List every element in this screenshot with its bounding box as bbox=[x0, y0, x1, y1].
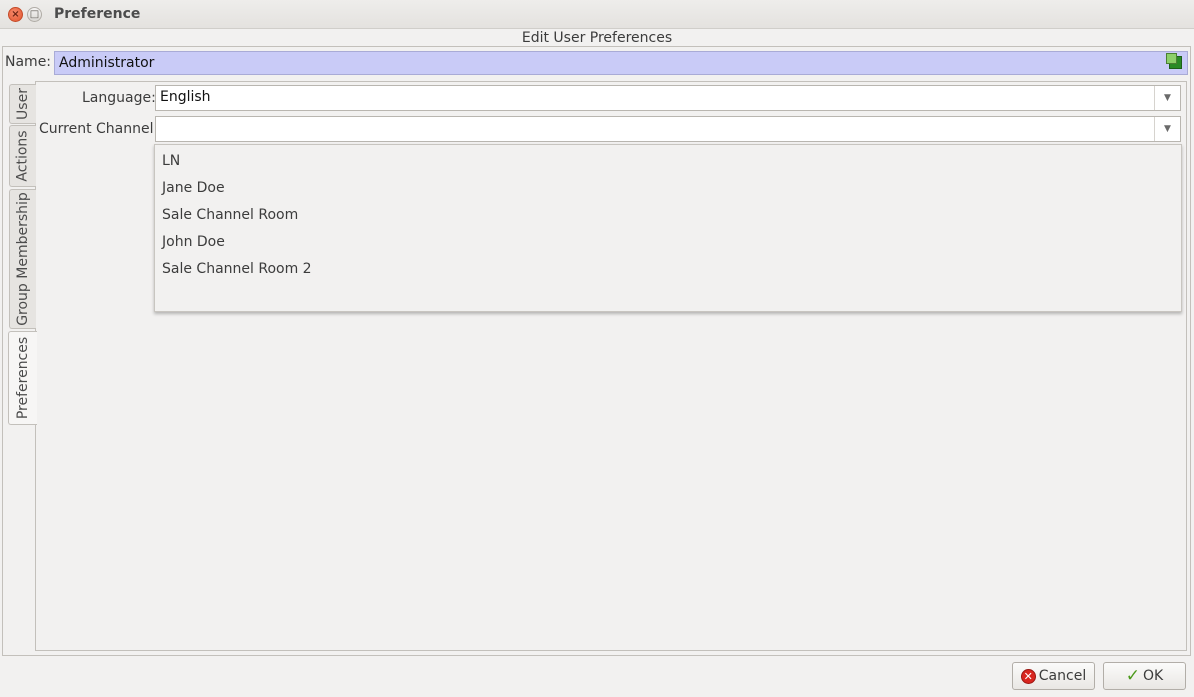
tab-preferences[interactable]: Preferences bbox=[8, 331, 37, 425]
channel-option-sale-channel-room[interactable]: Sale Channel Room bbox=[162, 207, 298, 223]
language-select[interactable]: English ▼ bbox=[155, 85, 1181, 111]
cancel-label: Cancel bbox=[1038, 668, 1087, 684]
name-value: Administrator bbox=[59, 55, 155, 71]
tab-user-label: User bbox=[15, 88, 32, 120]
entity-icon[interactable] bbox=[1166, 53, 1182, 69]
ok-label: OK bbox=[1143, 668, 1164, 684]
tab-group-membership-label: Group Membership bbox=[15, 192, 32, 326]
channel-option-john-doe[interactable]: John Doe bbox=[162, 234, 225, 250]
cancel-button[interactable]: ✕ Cancel bbox=[1012, 662, 1095, 690]
language-label: Language: bbox=[82, 90, 156, 106]
window-maximize-button[interactable]: □ bbox=[27, 7, 42, 22]
check-icon: ✓ bbox=[1125, 665, 1141, 686]
window-title: Preference bbox=[54, 6, 141, 22]
tab-preferences-label: Preferences bbox=[15, 336, 31, 420]
tab-user[interactable]: User bbox=[9, 84, 36, 124]
channel-option-ln[interactable]: LN bbox=[162, 153, 180, 169]
ok-button[interactable]: ✓ OK bbox=[1103, 662, 1186, 690]
current-channel-select[interactable]: ▼ bbox=[155, 116, 1181, 142]
current-channel-label: Current Channel: bbox=[39, 121, 159, 137]
name-field[interactable]: Administrator bbox=[54, 51, 1188, 75]
tab-group-membership[interactable]: Group Membership bbox=[9, 189, 36, 329]
window-close-button[interactable]: × bbox=[8, 7, 23, 22]
maximize-icon: □ bbox=[29, 8, 40, 20]
channel-dropdown-list: LN Jane Doe Sale Channel Room John Doe S… bbox=[154, 144, 1182, 312]
close-icon: × bbox=[11, 8, 20, 20]
chevron-down-icon[interactable]: ▼ bbox=[1154, 86, 1180, 110]
tab-actions[interactable]: Actions bbox=[9, 125, 36, 187]
cancel-icon: ✕ bbox=[1020, 668, 1036, 684]
name-label: Name: bbox=[5, 54, 52, 70]
channel-option-sale-channel-room-2[interactable]: Sale Channel Room 2 bbox=[162, 261, 312, 277]
channel-option-jane-doe[interactable]: Jane Doe bbox=[162, 180, 225, 196]
dialog-header: Edit User Preferences bbox=[521, 30, 673, 46]
language-value: English bbox=[160, 89, 211, 105]
window-titlebar: × □ Preference bbox=[0, 0, 1194, 29]
tab-actions-label: Actions bbox=[15, 130, 32, 182]
chevron-down-icon[interactable]: ▼ bbox=[1154, 117, 1180, 141]
